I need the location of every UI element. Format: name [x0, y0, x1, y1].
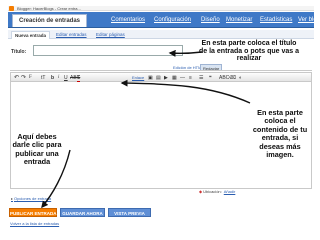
remove-formatting-icon[interactable]: ⌫: [229, 75, 236, 81]
redo-icon[interactable]: ↷: [21, 75, 26, 81]
back-to-posts-link[interactable]: Volver a la lista de entradas: [10, 221, 59, 226]
sub-tabs: Nueva entrada Editar entradas Editar pág…: [8, 30, 314, 39]
publish-button[interactable]: PUBLICAR ENTRADA: [9, 208, 57, 217]
annotation-line: de la entrada o pots que vas a: [199, 47, 299, 55]
tab-diseno[interactable]: Diseño: [198, 14, 223, 27]
subtab-editar-entradas[interactable]: Editar entradas: [56, 31, 87, 39]
editor-tabs-divider: [10, 70, 312, 71]
tab-creacion-de-entradas[interactable]: Creación de entradas: [12, 14, 88, 27]
annotation-title-note: En esta parte coloca el título de la ent…: [181, 40, 317, 63]
preview-button[interactable]: VISTA PREVIA: [108, 208, 151, 217]
subtab-nueva-entrada[interactable]: Nueva entrada: [11, 31, 51, 39]
save-button[interactable]: GUARDAR AHORA: [60, 208, 105, 217]
quote-icon[interactable]: ❝: [209, 75, 212, 81]
expand-triangle-icon: ▸: [11, 196, 14, 201]
font-size-button[interactable]: tT: [41, 75, 45, 81]
annotation-publish-note: Aquí debes darle clic para publicar una …: [2, 132, 72, 167]
location-add-link[interactable]: Añadir: [224, 189, 236, 194]
subtab-editar-paginas[interactable]: Editar páginas: [96, 31, 125, 39]
title-input[interactable]: [33, 45, 183, 56]
blog-name: Blogger: HacerBlogs - Crear entra...: [17, 5, 81, 11]
location-row: ◆Ubicación: Añadir: [199, 189, 235, 194]
tab-comentarios[interactable]: Comentarios: [108, 14, 148, 27]
location-pin-icon: ◆: [199, 189, 203, 194]
entry-options-label: Opciones de entrada: [14, 196, 52, 201]
annotation-content-note: En esta parte coloca el contenido de tu …: [243, 108, 317, 160]
entry-options-link[interactable]: ▸Opciones de entrada: [11, 196, 51, 201]
location-label: Ubicación:: [203, 189, 222, 194]
text-color-button[interactable]: T: [77, 75, 81, 82]
insert-image-icon[interactable]: ▣: [148, 75, 153, 81]
tab-monetizar[interactable]: Monetizar: [223, 14, 255, 27]
bold-button[interactable]: b: [51, 75, 54, 81]
underline-button[interactable]: U: [64, 75, 68, 81]
jump-break-icon[interactable]: —: [180, 75, 185, 81]
browser-tab-strip: Blogger: HacerBlogs - Crear entra...: [8, 6, 314, 11]
insert-video-icon[interactable]: ▶: [164, 75, 168, 81]
align-icon[interactable]: ≡: [189, 75, 192, 81]
annotation-line: entrada: [23, 157, 51, 167]
title-label: Título:: [11, 49, 27, 55]
insert-gallery-icon[interactable]: ▤: [156, 75, 161, 81]
main-tabs: Creación de entradas Comentarios Configu…: [8, 12, 320, 28]
list-icon[interactable]: ☰: [199, 75, 203, 81]
tab-configuracion[interactable]: Configuración: [151, 14, 194, 27]
annotation-line: imagen.: [266, 150, 294, 160]
editor-toolbar: ↶ ↷ F tT b i U ABC T Enlace ▣ ▤ ▶ ▦ — ≡ …: [10, 72, 312, 82]
tab-ver-blog[interactable]: Ver blog: [295, 14, 320, 27]
tab-estadisticas[interactable]: Estadísticas: [257, 14, 295, 27]
blogger-logo-icon: [9, 6, 14, 11]
italic-button[interactable]: i: [58, 75, 59, 81]
font-family-button[interactable]: F: [29, 75, 32, 81]
more-options-icon[interactable]: ◐: [239, 75, 242, 81]
annotation-line: realizar: [236, 55, 262, 62]
insert-film-icon[interactable]: ▦: [172, 75, 177, 81]
annotation-line: En esta parte coloca el título: [201, 40, 297, 47]
link-button[interactable]: Enlace: [132, 75, 144, 81]
undo-icon[interactable]: ↶: [14, 75, 19, 81]
